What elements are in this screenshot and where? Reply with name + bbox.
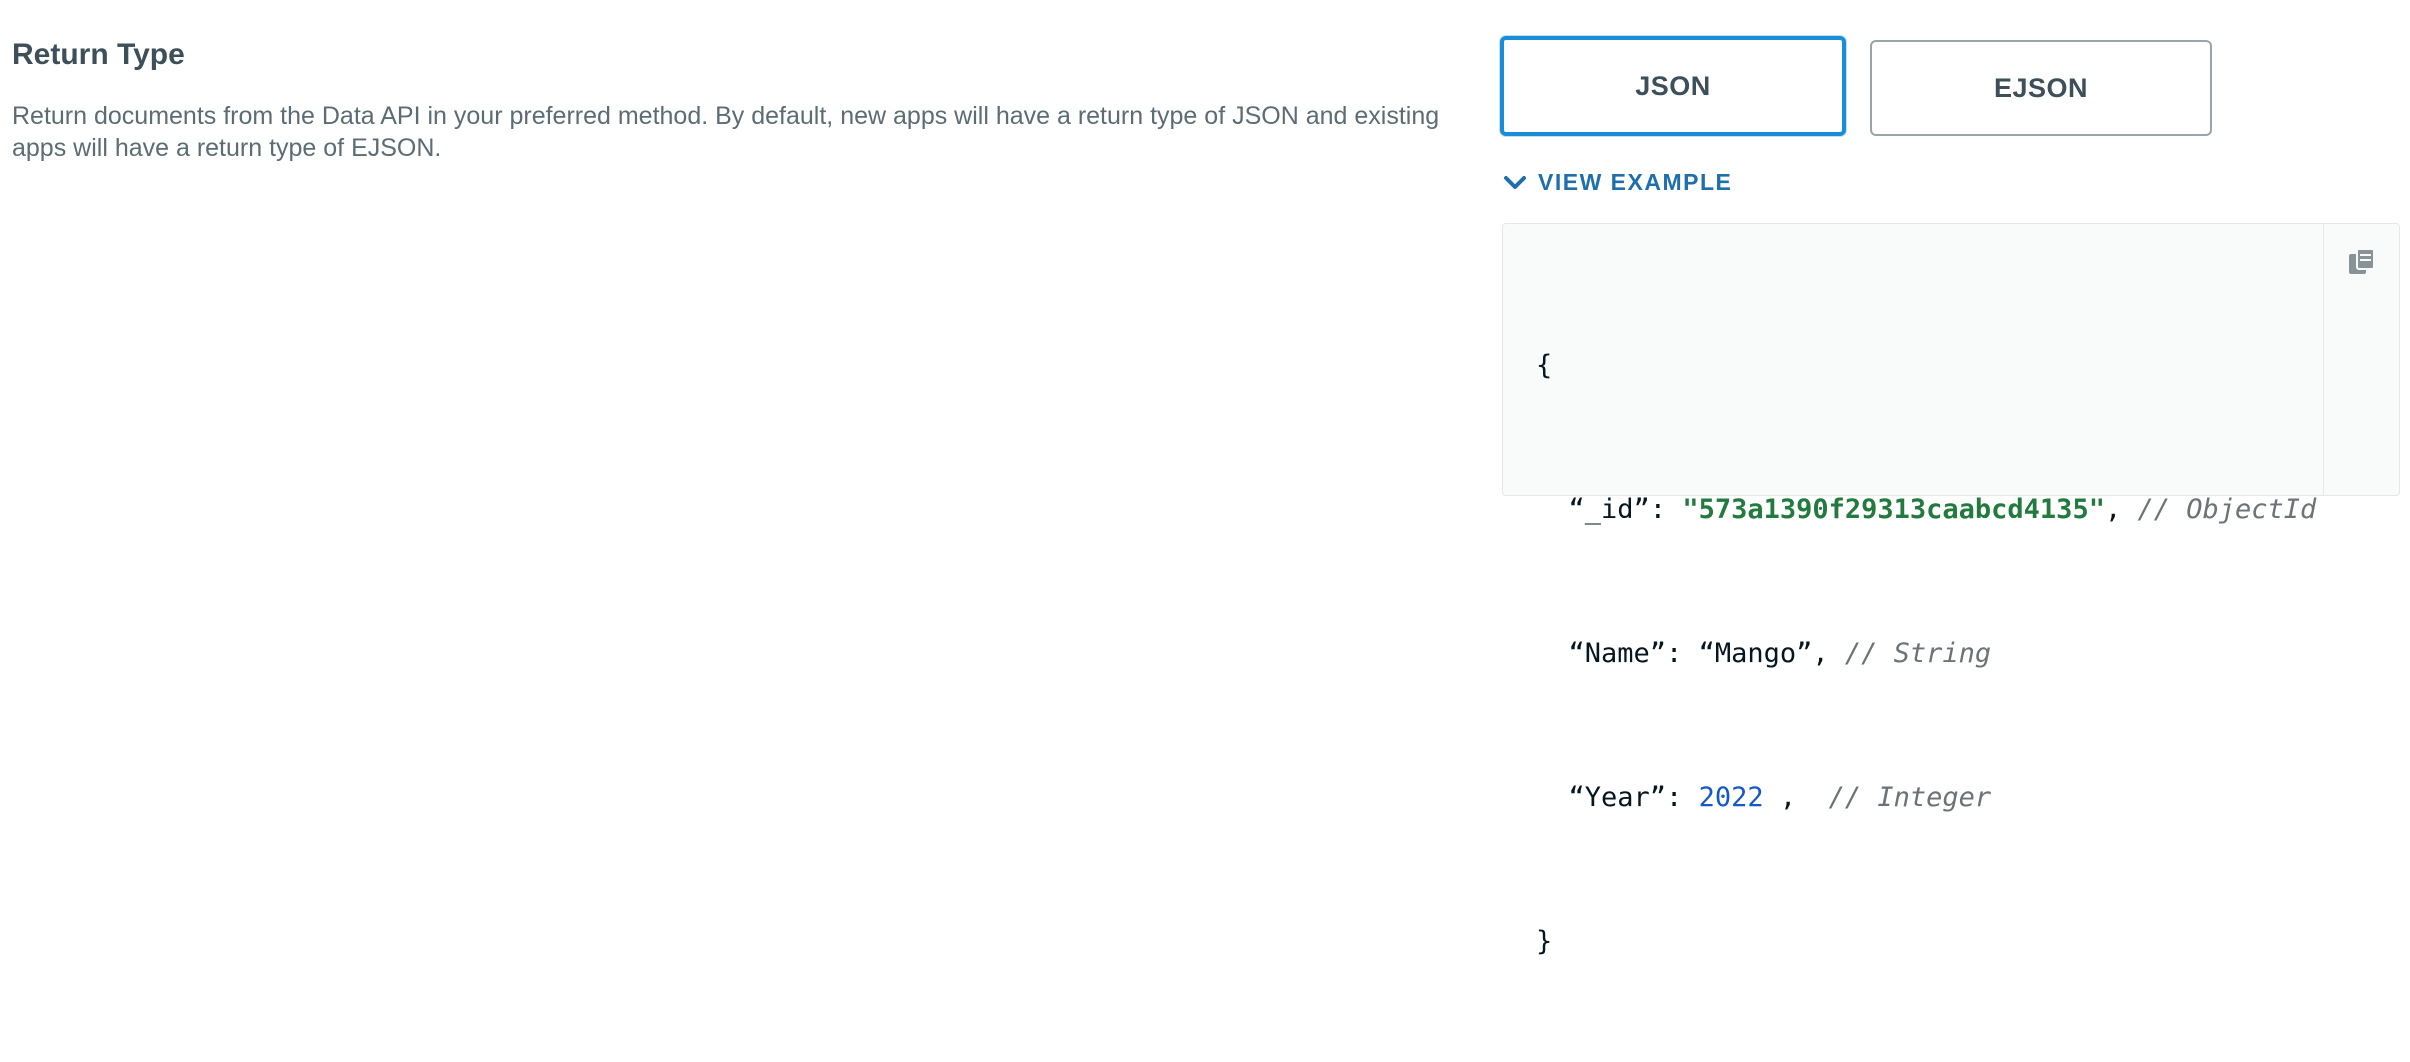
chevron-down-icon <box>1502 170 1528 196</box>
code-separator: , <box>2104 494 2138 525</box>
open-brace: { <box>1536 350 1553 381</box>
code-example-body: { “_id”: "573a1390f29313caabcd4135", // … <box>1503 224 2323 957</box>
view-example-toggle[interactable]: VIEW EXAMPLE <box>1500 169 2400 196</box>
view-example-label: VIEW EXAMPLE <box>1538 169 1733 195</box>
return-type-controls: JSON EJSON VIEW EXAMPLE <box>1500 36 2400 196</box>
code-value: 2022 <box>1698 782 1764 813</box>
code-comment: // ObjectId <box>2137 494 2317 525</box>
code-separator: , <box>1763 782 1829 813</box>
code-value: “Mango” <box>1698 638 1813 669</box>
code-value: "573a1390f29313caabcd4135" <box>1682 494 2105 525</box>
code-line: } <box>1536 918 2323 966</box>
section-description: Return documents from the Data API in yo… <box>12 102 1440 162</box>
code-key: “_id”: <box>1568 494 1683 525</box>
code-line-id: “_id”: "573a1390f29313caabcd4135", // Ob… <box>1536 486 2323 534</box>
return-type-toggle-group: JSON EJSON <box>1500 36 2400 136</box>
section-title: Return Type <box>12 38 185 71</box>
code-comment: // String <box>1844 638 1992 669</box>
code-separator: , <box>1812 638 1845 669</box>
close-brace: } <box>1536 926 1553 957</box>
return-type-section: Return Type Return documents from the Da… <box>12 36 1472 164</box>
code-example-panel: { “_id”: "573a1390f29313caabcd4135", // … <box>1502 223 2400 957</box>
code-line: { <box>1536 342 2323 390</box>
copy-icon[interactable] <box>2346 246 2378 278</box>
code-key: “Year”: <box>1568 782 1699 813</box>
ejson-option-button[interactable]: EJSON <box>1870 40 2212 136</box>
code-line-name: “Name”: “Mango”, // String <box>1536 630 2323 678</box>
copy-column <box>2323 224 2399 495</box>
code-line-year: “Year”: 2022 , // Integer <box>1536 774 2323 822</box>
code-key: “Name”: <box>1568 638 1699 669</box>
code-comment: // Integer <box>1828 782 1992 813</box>
json-option-button[interactable]: JSON <box>1500 36 1846 136</box>
